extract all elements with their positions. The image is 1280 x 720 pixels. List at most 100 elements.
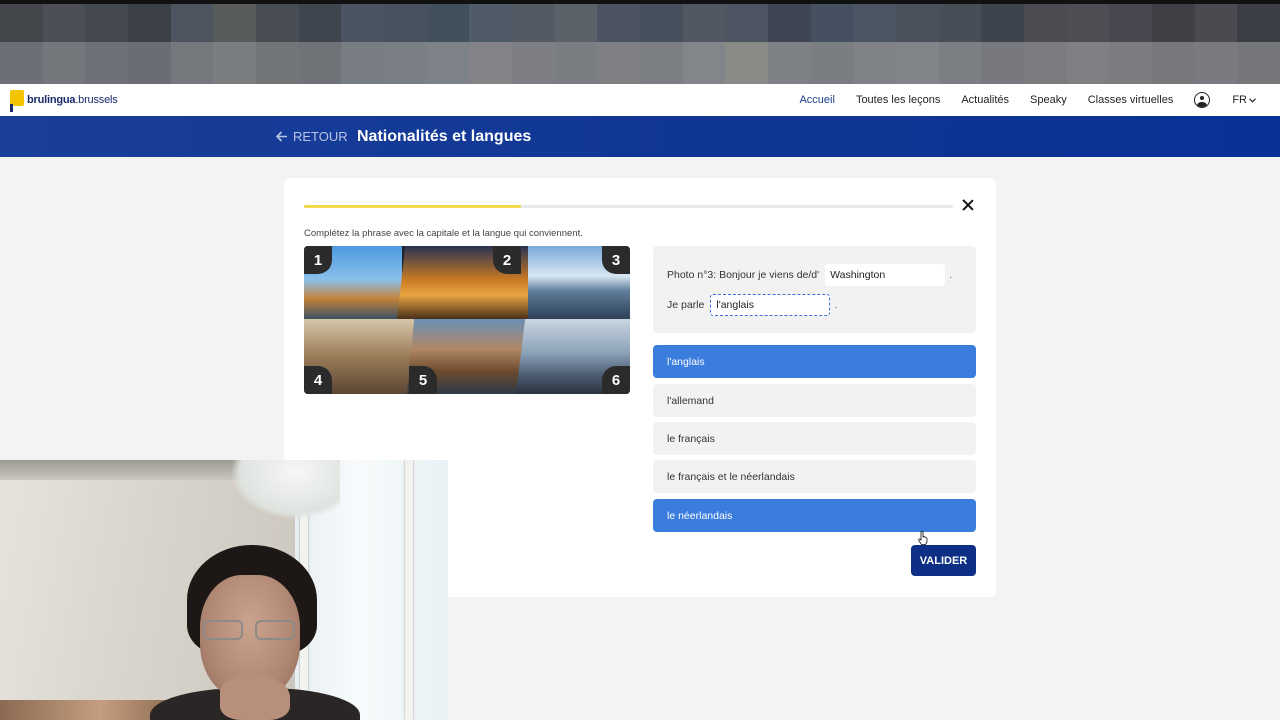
blurred-cell (810, 42, 854, 84)
blurred-cell (213, 42, 257, 84)
blurred-cell (768, 0, 811, 42)
blurred-cell (853, 0, 897, 42)
sentence-box: Photo n°3: Bonjour je viens de/d' Washin… (653, 246, 976, 333)
blurred-cell (42, 0, 86, 42)
blurred-cell (938, 0, 982, 42)
blurred-cell (0, 0, 43, 42)
blurred-cell (938, 42, 982, 84)
blurred-row (0, 42, 1280, 84)
photo-number-badge: 5 (409, 366, 437, 394)
blurred-cell (981, 0, 1025, 42)
blurred-cell (1066, 42, 1110, 84)
blurred-cell (170, 42, 214, 84)
blurred-cell (469, 0, 513, 42)
blurred-cell (42, 42, 86, 84)
blurred-cell (213, 0, 257, 42)
progress-fill (304, 205, 522, 208)
exercise-instruction: Complétez la phrase avec la capitale et … (304, 228, 583, 239)
blurred-cell (128, 42, 171, 84)
logo-speech-bubble-icon (10, 90, 24, 112)
blurred-cell (128, 0, 171, 42)
blurred-cell (512, 42, 555, 84)
language-label: FR (1232, 94, 1247, 106)
site-logo[interactable]: brulingua.brussels (10, 84, 118, 116)
blurred-cell (725, 0, 769, 42)
nav-link-classes-virtuelles[interactable]: Classes virtuelles (1088, 94, 1174, 106)
sentence-prefix: Je parle (667, 299, 705, 311)
blurred-cell (768, 42, 811, 84)
photo-number-badge: 1 (304, 246, 332, 274)
blurred-cell (256, 42, 299, 84)
user-account-icon[interactable] (1194, 92, 1211, 108)
hand-cursor-icon (918, 531, 928, 545)
blurred-cell (85, 0, 129, 42)
blurred-cell (554, 42, 598, 84)
answer-option-francais-neerlandais[interactable]: le français et le néerlandais (653, 460, 976, 493)
capital-answer-field[interactable]: Washington (825, 264, 946, 286)
blurred-cell (341, 42, 385, 84)
photo-number-badge: 4 (304, 366, 332, 394)
close-icon[interactable] (961, 198, 975, 212)
blurred-cell (1152, 0, 1195, 42)
back-button[interactable]: RETOUR (276, 129, 348, 144)
photo-number-badge: 6 (602, 366, 630, 394)
blurred-cell (554, 0, 598, 42)
sentence-line-2: Je parle l'anglais . (667, 294, 837, 316)
blurred-browser-area (0, 0, 1280, 84)
blurred-cell (1194, 42, 1238, 84)
sentence-period: . (949, 269, 953, 281)
nav-link-speaky[interactable]: Speaky (1030, 94, 1067, 106)
language-answer-field[interactable]: l'anglais (710, 294, 831, 316)
blurred-cell (725, 42, 769, 84)
logo-domain: .brussels (75, 94, 118, 106)
logo-text: brulingua.brussels (27, 94, 118, 106)
nav-link-actualites[interactable]: Actualités (961, 94, 1009, 106)
sentence-prefix: Photo n°3: Bonjour je viens de/d' (667, 269, 820, 281)
blurred-cell (469, 42, 513, 84)
blurred-cell (640, 42, 683, 84)
blurred-cell (1024, 0, 1067, 42)
nav-link-accueil[interactable]: Accueil (799, 94, 834, 106)
answer-option-francais[interactable]: le français (653, 422, 976, 455)
answer-option-anglais[interactable]: l'anglais (653, 345, 976, 378)
blurred-cell (512, 0, 555, 42)
chevron-down-icon (1249, 97, 1256, 103)
blurred-cell (256, 0, 299, 42)
blurred-cell (981, 42, 1025, 84)
blurred-cell (170, 0, 214, 42)
blurred-cell (1109, 0, 1153, 42)
sentence-period: . (834, 299, 838, 311)
nav-link-toutes-les-lecons[interactable]: Toutes les leçons (856, 94, 940, 106)
lesson-header: RETOUR Nationalités et langues (0, 116, 1280, 157)
photo-number-badge: 3 (602, 246, 630, 274)
blurred-cell (298, 42, 342, 84)
blurred-row (0, 0, 1280, 42)
top-navbar: brulingua.brussels Accueil Toutes les le… (0, 84, 1280, 116)
blurred-cell (1109, 42, 1153, 84)
arrow-left-icon (276, 131, 287, 142)
blurred-cell (85, 42, 129, 84)
sentence-line-1: Photo n°3: Bonjour je viens de/d' Washin… (667, 264, 952, 286)
page-title: Nationalités et langues (357, 128, 532, 145)
blurred-cell (597, 0, 641, 42)
blurred-cell (597, 42, 641, 84)
back-label: RETOUR (293, 129, 348, 144)
answer-option-neerlandais[interactable]: le néerlandais (653, 499, 976, 532)
blurred-cell (682, 42, 726, 84)
blurred-cell (384, 42, 427, 84)
progress-bar (304, 205, 953, 208)
blurred-cell (1194, 0, 1238, 42)
blurred-cell (384, 0, 427, 42)
photo-number-badge: 2 (493, 246, 521, 274)
blurred-cell (298, 0, 342, 42)
blurred-cell (0, 42, 43, 84)
answer-option-allemand[interactable]: l'allemand (653, 384, 976, 417)
top-edge (0, 0, 1280, 4)
blurred-cell (426, 0, 470, 42)
language-selector[interactable]: FR (1232, 94, 1256, 106)
webcam-video-overlay (0, 460, 448, 720)
logo-name: brulingua (27, 94, 76, 106)
city-photo-collage: 1 2 3 4 5 6 (304, 246, 630, 394)
validate-button[interactable]: VALIDER (911, 545, 976, 576)
blurred-cell (640, 0, 683, 42)
